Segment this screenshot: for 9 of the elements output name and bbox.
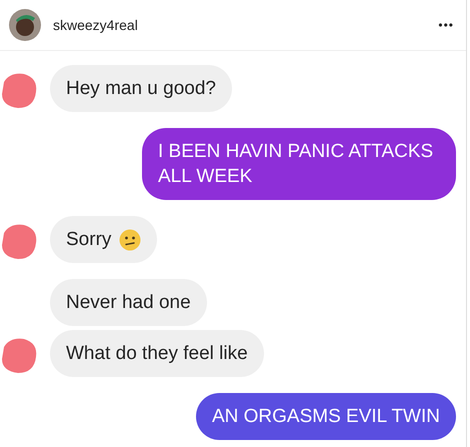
message-bubble: I BEEN HAVIN PANIC ATTACKS ALL WEEK	[142, 128, 456, 200]
more-button[interactable]: •••	[438, 18, 454, 32]
avatar[interactable]	[9, 9, 41, 41]
username[interactable]: skweezy4real	[53, 17, 426, 33]
message-bubble: Hey man u good?	[50, 65, 232, 112]
message-bubble: Sorry	[50, 216, 158, 263]
message-bubble: What do they feel like	[50, 330, 264, 377]
message-bubble: AN ORGASMS EVIL TWIN	[196, 393, 456, 440]
message-bubble: Never had one	[50, 279, 207, 326]
